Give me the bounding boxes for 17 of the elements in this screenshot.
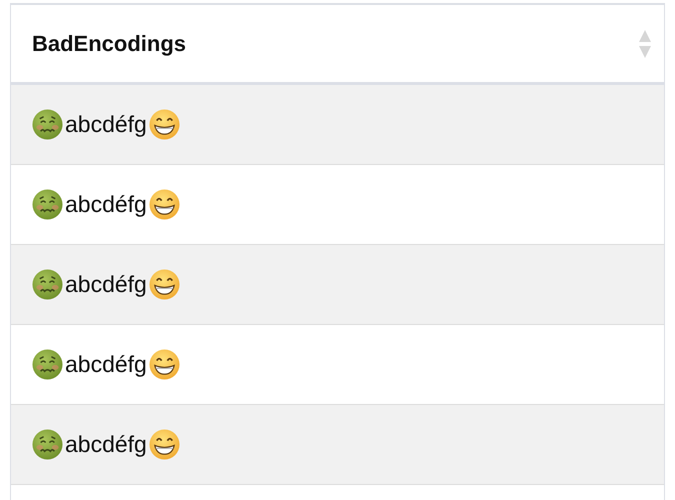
nauseated-face-icon [32,189,63,220]
table-cell: abcdéfg [65,191,147,218]
nauseated-face-icon [32,429,63,460]
grinning-face-icon [148,349,180,380]
grinning-face-icon [148,429,180,460]
grinning-face-icon [148,189,180,220]
grinning-face-icon [148,269,180,300]
nauseated-face-icon [32,269,63,300]
sort-icon[interactable] [638,28,652,58]
grinning-face-icon [148,109,180,140]
nauseated-face-icon [32,349,63,380]
nauseated-face-icon [32,109,63,140]
column-header[interactable]: BadEncodings [32,30,638,56]
table-cell: abcdéfg [65,271,147,298]
table-cell: abcdéfg [65,351,147,378]
table-cell: abcdéfg [65,431,147,458]
table-cell: abcdéfg [65,111,147,138]
